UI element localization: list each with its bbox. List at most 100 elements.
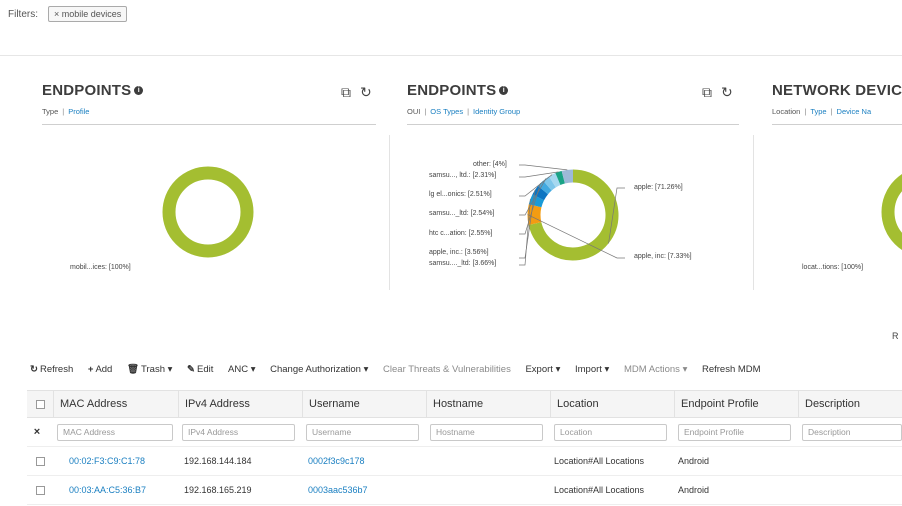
link-os-types[interactable]: OS Types bbox=[430, 107, 463, 116]
dashlet-actions: ⧉ ↻ bbox=[693, 84, 733, 101]
username-link[interactable]: 0002f3c9c178 bbox=[308, 447, 426, 475]
description bbox=[802, 476, 902, 504]
mac-address-filter[interactable] bbox=[57, 423, 173, 441]
donut-slice[interactable] bbox=[548, 173, 561, 188]
anc-button[interactable]: ANC ▾ bbox=[228, 364, 255, 375]
dashlet-rule bbox=[407, 124, 739, 125]
dashlet-endpoints-type: ENDPOINTS i ⧉ ↻ Type | Profile mobil...ices:… bbox=[42, 70, 376, 340]
clear-threats-button[interactable]: Clear Threats & Vulnerabilities bbox=[383, 364, 511, 375]
refresh-icon[interactable]: ↻ bbox=[360, 84, 372, 100]
donut-slice[interactable] bbox=[555, 170, 566, 186]
row-checkbox[interactable] bbox=[35, 456, 45, 466]
ipv4-address: 192.168.144.184 bbox=[184, 456, 252, 466]
import-button[interactable]: Import ▾ bbox=[575, 364, 609, 375]
description-filter[interactable] bbox=[802, 423, 902, 441]
dashlet-rule bbox=[772, 124, 902, 125]
dashlet-title: NETWORK DEVICE bbox=[772, 82, 902, 99]
edit-icon: ✎ bbox=[187, 364, 195, 375]
refresh-icon: ↻ bbox=[30, 364, 38, 375]
chart-label: apple, inc.: [3.56%] bbox=[429, 249, 489, 256]
divider bbox=[753, 135, 754, 290]
trash-icon: 🗑︎ bbox=[126, 364, 140, 375]
chart-label: htc c...ation: [2.55%] bbox=[429, 230, 493, 237]
trash-button[interactable]: 🗑︎ Trash ▾ bbox=[127, 364, 172, 375]
column-header-mac-address[interactable]: MAC Address bbox=[53, 391, 178, 417]
donut-slice[interactable] bbox=[881, 173, 902, 251]
endpoints-table: MAC Address IPv4 Address Username Hostna… bbox=[27, 390, 902, 505]
detach-icon[interactable]: ⧉ bbox=[341, 84, 351, 100]
ipv4-address-filter[interactable] bbox=[182, 423, 295, 441]
chart-label: other: [4%] bbox=[473, 161, 507, 168]
column-header-location[interactable]: Location bbox=[550, 391, 674, 417]
donut-slice[interactable] bbox=[527, 204, 542, 226]
filter-row: × bbox=[27, 418, 902, 447]
select-all-checkbox[interactable] bbox=[35, 399, 45, 409]
dashlet-links: Location | Type | Device Na bbox=[772, 107, 872, 116]
link-identity-group[interactable]: Identity Group bbox=[473, 107, 520, 116]
clear-filter-icon[interactable]: × bbox=[27, 418, 47, 446]
truncated-text: R bbox=[892, 331, 899, 341]
link-type[interactable]: Type bbox=[810, 107, 826, 116]
refresh-button[interactable]: ↻ Refresh bbox=[30, 364, 73, 375]
hostname bbox=[432, 476, 550, 504]
dashlet-links: OUI | OS Types | Identity Group bbox=[407, 107, 521, 116]
column-header-endpoint-profile[interactable]: Endpoint Profile bbox=[674, 391, 798, 417]
hostname-filter[interactable] bbox=[430, 423, 543, 441]
location: Location#All Locations bbox=[554, 456, 645, 466]
chart-label: lg el...onics: [2.51%] bbox=[429, 191, 492, 198]
change-authorization-button[interactable]: Change Authorization ▾ bbox=[270, 364, 368, 375]
table-header: MAC Address IPv4 Address Username Hostna… bbox=[27, 390, 902, 418]
username-filter[interactable] bbox=[306, 423, 419, 441]
plus-icon: + bbox=[87, 364, 94, 375]
divider bbox=[0, 55, 902, 56]
column-header-hostname[interactable]: Hostname bbox=[426, 391, 550, 417]
detach-icon[interactable]: ⧉ bbox=[702, 84, 712, 100]
donut-slice[interactable] bbox=[538, 180, 552, 195]
mac-address-link[interactable]: 00:02:F3:C9:C1:78 bbox=[69, 447, 178, 475]
export-button[interactable]: Export ▾ bbox=[525, 364, 560, 375]
refresh-mdm-button[interactable]: Refresh MDM bbox=[702, 364, 761, 375]
column-header-username[interactable]: Username bbox=[302, 391, 426, 417]
chart-label: samsu..., ltd.: [2.31%] bbox=[429, 172, 497, 179]
endpoint-profile: Android bbox=[678, 456, 710, 466]
dashlet-title: ENDPOINTS i bbox=[407, 82, 509, 99]
donut-slice[interactable] bbox=[162, 166, 254, 258]
description bbox=[802, 447, 902, 475]
link-location[interactable]: Location bbox=[772, 107, 800, 116]
refresh-icon[interactable]: ↻ bbox=[721, 84, 733, 100]
donut-slice[interactable] bbox=[561, 169, 574, 184]
column-header-ipv4-address[interactable]: IPv4 Address bbox=[178, 391, 302, 417]
link-device-name[interactable]: Device Na bbox=[837, 107, 872, 116]
column-header-description[interactable]: Description bbox=[798, 391, 902, 417]
endpoint-profile-filter[interactable] bbox=[678, 423, 791, 441]
link-oui[interactable]: OUI bbox=[407, 107, 420, 116]
chart-label: apple, inc: [7.33%] bbox=[634, 253, 692, 260]
chart-label: samsu...._ltd: [3.66%] bbox=[429, 260, 497, 267]
add-button[interactable]: + Add bbox=[88, 364, 112, 375]
table-row: 00:02:F3:C9:C1:78 192.168.144.184 0002f3… bbox=[27, 447, 902, 476]
link-profile[interactable]: Profile bbox=[68, 107, 89, 116]
edit-button[interactable]: ✎ Edit bbox=[187, 364, 213, 375]
info-icon[interactable]: i bbox=[499, 86, 509, 95]
link-type[interactable]: Type bbox=[42, 107, 58, 116]
info-icon[interactable]: i bbox=[134, 86, 144, 95]
username-link[interactable]: 0003aac536b7 bbox=[308, 476, 426, 504]
chart-label: locat...tions: [100%] bbox=[802, 264, 864, 271]
filter-chip-mobile-devices[interactable]: × mobile devices bbox=[48, 6, 128, 22]
location: Location#All Locations bbox=[554, 485, 645, 495]
location-filter[interactable] bbox=[554, 423, 667, 441]
mac-address-link[interactable]: 00:03:AA:C5:36:B7 bbox=[69, 476, 178, 504]
dashlet-endpoints-oui: ENDPOINTS i ⧉ ↻ OUI | OS Types | Identity Grou… bbox=[407, 70, 739, 340]
dashlet-rule bbox=[42, 124, 376, 125]
donut-slice[interactable] bbox=[543, 176, 556, 191]
endpoint-profile: Android bbox=[678, 485, 710, 495]
hostname bbox=[432, 447, 550, 475]
mdm-actions-button[interactable]: MDM Actions ▾ bbox=[624, 364, 687, 375]
dashlet-links: Type | Profile bbox=[42, 107, 90, 116]
row-checkbox[interactable] bbox=[35, 485, 45, 495]
ipv4-address: 192.168.165.219 bbox=[184, 485, 252, 495]
dashlet-title: ENDPOINTS i bbox=[42, 82, 144, 99]
filters-label: Filters: bbox=[8, 9, 38, 20]
dashlet-network-devices: NETWORK DEVICE Location | Type | Device Na l… bbox=[772, 70, 902, 340]
leader-line bbox=[519, 164, 568, 171]
